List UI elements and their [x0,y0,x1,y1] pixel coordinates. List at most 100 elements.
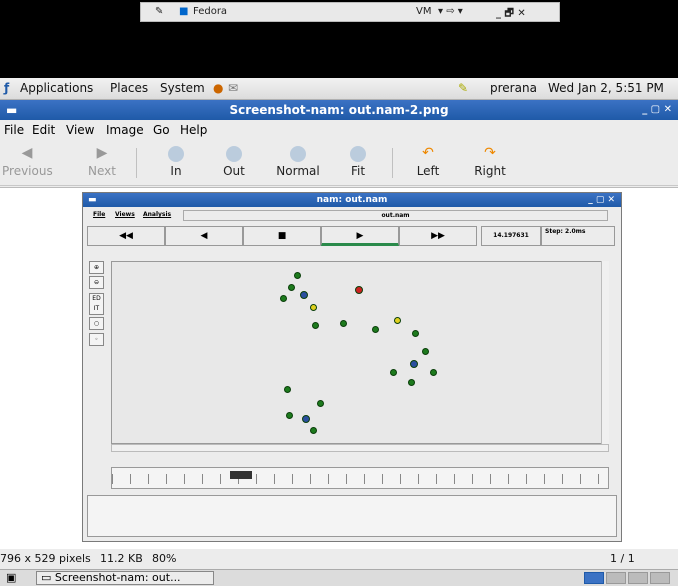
rotate-right-icon: ↷ [484,145,496,161]
network-canvas[interactable] [111,261,609,444]
zoom-in-label: In [170,164,182,178]
circle-tool-icon[interactable]: ○ [89,317,104,330]
user-name[interactable]: prerana [490,81,537,95]
image-page: 1 / 1 [610,552,635,565]
menu-go[interactable]: Go [153,123,170,137]
vm-menu[interactable]: VM [416,6,431,17]
rewind-button[interactable]: ◀◀ [87,226,165,246]
menu-help[interactable]: Help [180,123,207,137]
system-menu[interactable]: System [160,81,205,95]
edit-tool[interactable]: ED IT [89,293,104,315]
nam-menu-analysis[interactable]: Analysis [143,211,171,218]
nam-window: ▬ nam: out.nam _ ▢ ✕ File Views Analysis… [82,192,622,542]
menu-image[interactable]: Image [106,123,144,137]
next-button[interactable]: ▶ Next [80,140,124,186]
previous-label: Previous [2,164,53,178]
gnome-panel: ƒ Applications Places System ● ✉ ✎ prera… [0,78,678,100]
network-node [390,369,397,376]
menu-view[interactable]: View [66,123,94,137]
toolbar-separator-2 [392,148,393,178]
network-node [294,272,301,279]
canvas-vertical-scrollbar[interactable] [601,261,609,444]
network-node [372,326,379,333]
window-controls[interactable]: _ ▢ ✕ [642,100,672,120]
workspace-3[interactable] [628,572,648,584]
firefox-launcher-icon[interactable]: ● [213,81,223,95]
notes-icon[interactable]: ✎ [458,81,468,95]
timeline-slider[interactable] [111,467,609,489]
toolbar-separator [136,148,137,178]
fast-forward-button[interactable]: ▶▶ [399,226,477,246]
zoom-out-tool-icon[interactable]: ⊖ [89,276,104,289]
network-node [412,330,419,337]
taskbar-window-label: Screenshot-nam: out... [54,571,181,584]
pin-icon[interactable]: ✎ [155,6,163,17]
bottom-taskbar: ▣ ▭ Screenshot-nam: out... [0,569,678,586]
dot-tool-icon[interactable]: ◦ [89,333,104,346]
zoom-out-button[interactable]: Out [212,140,256,186]
zoom-in-icon [168,146,184,162]
vm-window-controls[interactable]: _ 🗗 ✕ [496,6,526,23]
network-node [302,415,310,423]
nam-window-menu-icon[interactable]: ▬ [88,193,97,207]
menu-edit[interactable]: Edit [32,123,55,137]
rotate-left-button[interactable]: ↶ Left [406,140,450,186]
zoom-normal-icon [290,146,306,162]
step-slider[interactable]: Step: 2.0ms [541,226,615,246]
canvas-horizontal-scrollbar[interactable] [111,444,609,452]
mail-launcher-icon[interactable]: ✉ [228,81,238,95]
image-filesize: 11.2 KB [100,552,143,565]
network-node [410,360,418,368]
vm-host-bar: ✎ ■ Fedora VM ▾ ⇨ ▾ _ 🗗 ✕ [0,0,678,78]
workspace-4[interactable] [650,572,670,584]
right-label: Right [474,164,506,178]
nam-menu-views[interactable]: Views [115,211,135,218]
zoom-out-icon [226,146,242,162]
fedora-window-icon: ■ [179,6,189,17]
zoom-fit-icon [350,146,366,162]
taskbar-window-button[interactable]: ▭ Screenshot-nam: out... [36,571,214,585]
network-node [394,317,401,324]
nam-window-controls[interactable]: _ ▢ ✕ [588,193,615,207]
previous-button[interactable]: ◀ Previous [2,140,53,186]
stop-button[interactable]: ■ [243,226,321,246]
rotate-right-button[interactable]: ↷ Right [468,140,512,186]
rotate-left-icon: ↶ [422,145,434,161]
nam-annotation-pane[interactable] [87,495,617,537]
workspace-2[interactable] [606,572,626,584]
back-button[interactable]: ◀ [165,226,243,246]
workspace-1[interactable] [584,572,604,584]
menu-file[interactable]: File [4,123,24,137]
fedora-logo-icon[interactable]: ƒ [4,81,9,95]
timeline-handle[interactable] [230,471,252,479]
window-titlebar[interactable]: ▬ Screenshot-nam: out.nam-2.png _ ▢ ✕ [0,100,678,120]
image-dimensions: 796 x 529 pixels [0,552,91,565]
step-label: Step: 2.0ms [545,228,586,235]
image-zoom: 80% [152,552,177,565]
taskbar-window-icon: ▭ [41,571,55,584]
network-node [300,291,308,299]
toolbar: ◀ Previous ▶ Next In Out Normal Fit ↶ Le… [0,140,678,186]
applications-menu[interactable]: Applications [20,81,93,95]
network-node [310,427,317,434]
show-desktop-icon[interactable]: ▣ [6,571,16,584]
window-menu-icon[interactable]: ▬ [6,100,17,120]
zoom-normal-button[interactable]: Normal [270,140,326,186]
left-label: Left [416,164,440,178]
zoom-in-tool-icon[interactable]: ⊕ [89,261,104,274]
nam-titlebar[interactable]: ▬ nam: out.nam _ ▢ ✕ [83,193,621,207]
arrow-right-icon: ▶ [96,145,108,161]
menubar: File Edit View Image Go Help [0,120,678,140]
network-node [280,295,287,302]
nam-menu-file[interactable]: File [93,211,105,218]
zoom-fit-button[interactable]: Fit [336,140,380,186]
places-menu[interactable]: Places [110,81,148,95]
clock[interactable]: Wed Jan 2, 5:51 PM [548,81,664,95]
vm-dropdown-icon[interactable]: ▾ ⇨ ▾ [438,6,463,17]
zoom-in-button[interactable]: In [154,140,198,186]
nam-title: nam: out.nam [316,195,388,205]
play-button[interactable]: ▶ [321,226,399,246]
vm-strip: ✎ ■ Fedora VM ▾ ⇨ ▾ _ 🗗 ✕ [140,2,560,22]
fit-label: Fit [350,164,366,178]
statusbar: 796 x 529 pixels 11.2 KB 80% 1 / 1 [0,549,678,569]
